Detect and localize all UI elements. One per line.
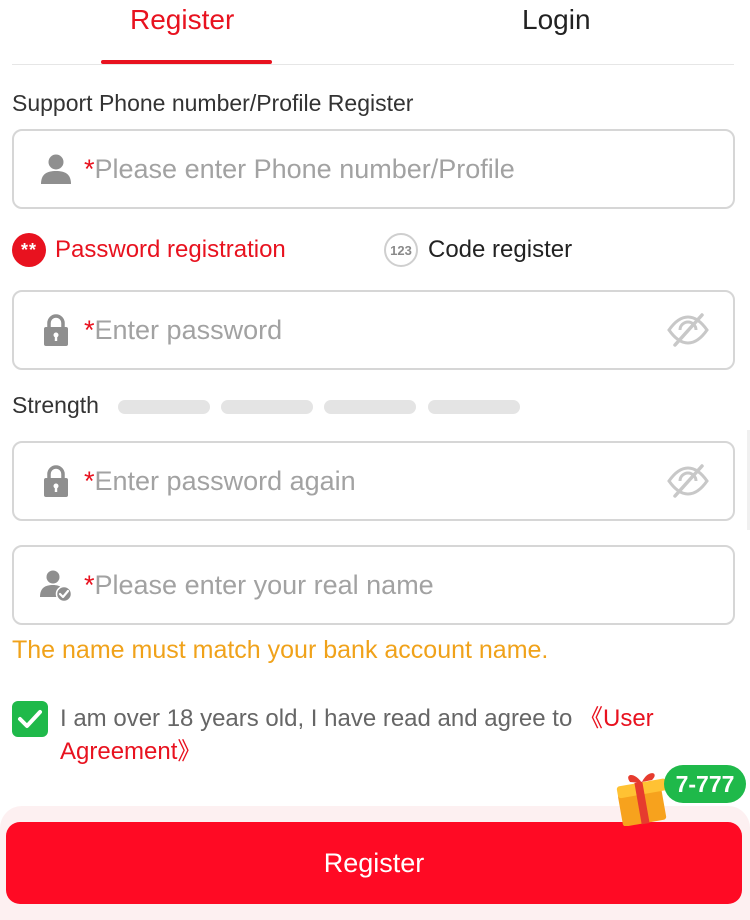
real-name-field[interactable]: *Please enter your real name bbox=[12, 545, 735, 625]
agreement-checkbox[interactable] bbox=[12, 701, 48, 737]
confirm-password-placeholder: *Enter password again bbox=[84, 466, 356, 496]
strength-segment bbox=[324, 400, 416, 414]
lock-icon bbox=[44, 465, 68, 497]
code-mode-icon: 123 bbox=[384, 233, 418, 267]
phone-field[interactable]: *Please enter Phone number/Profile bbox=[12, 129, 735, 209]
mode-code-register[interactable]: 123 Code register bbox=[384, 232, 572, 268]
password-field[interactable]: *Enter password bbox=[12, 290, 735, 370]
strength-segment bbox=[118, 400, 210, 414]
user-check-icon bbox=[40, 570, 73, 603]
auth-tabs: Register Login bbox=[12, 0, 734, 65]
tab-login[interactable]: Login bbox=[522, 2, 591, 38]
code-mode-label: Code register bbox=[428, 236, 573, 263]
eye-off-icon[interactable] bbox=[667, 312, 709, 348]
password-mode-icon: ** bbox=[12, 233, 46, 267]
strength-label: Strength bbox=[12, 392, 99, 418]
real-name-placeholder: *Please enter your real name bbox=[84, 570, 434, 600]
lock-icon bbox=[44, 314, 68, 346]
active-tab-indicator bbox=[101, 60, 272, 64]
agreement-text: I am over 18 years old, I have read and … bbox=[60, 705, 654, 765]
eye-off-icon[interactable] bbox=[667, 463, 709, 499]
name-warning: The name must match your bank account na… bbox=[12, 636, 549, 664]
password-mode-label: Password registration bbox=[55, 236, 286, 263]
phone-placeholder: *Please enter Phone number/Profile bbox=[84, 154, 515, 184]
strength-segment bbox=[221, 400, 313, 414]
user-icon bbox=[41, 154, 71, 184]
password-placeholder: *Enter password bbox=[84, 315, 283, 345]
tab-register[interactable]: Register bbox=[130, 2, 234, 38]
gift-badge[interactable]: 7-777 bbox=[664, 765, 746, 803]
confirm-password-field[interactable]: *Enter password again bbox=[12, 441, 735, 521]
support-label: Support Phone number/Profile Register bbox=[12, 90, 414, 116]
register-button[interactable]: Register bbox=[6, 822, 742, 904]
mode-password-registration[interactable]: ** Password registration bbox=[12, 232, 286, 268]
strength-segment bbox=[428, 400, 520, 414]
